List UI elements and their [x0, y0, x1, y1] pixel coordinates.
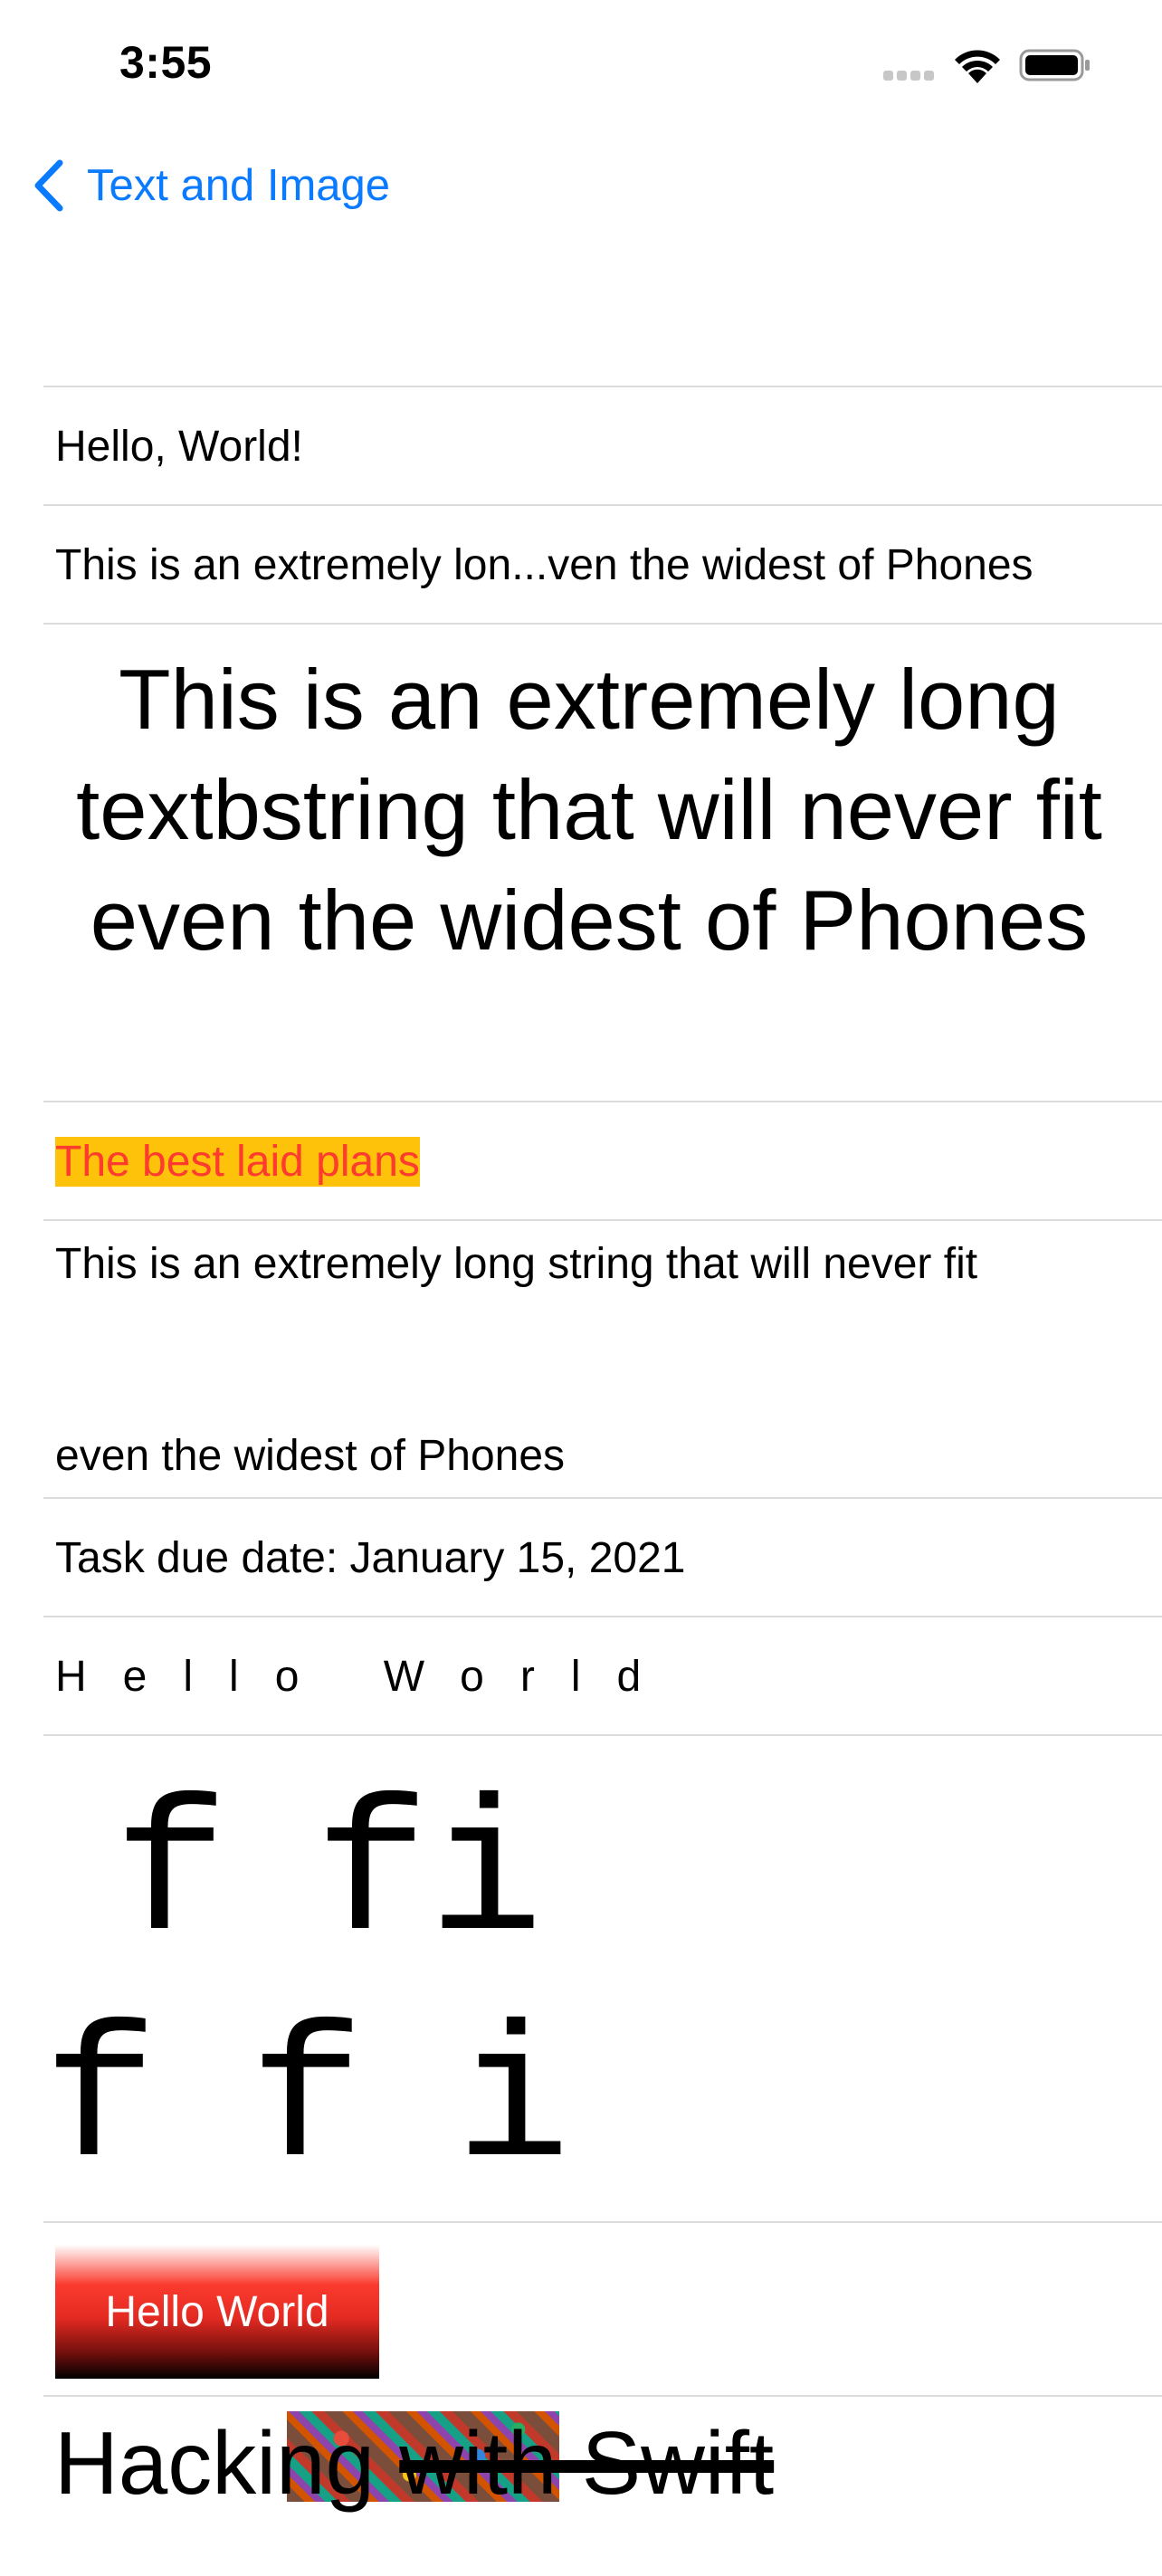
hws-text-part1: Hacking	[54, 2413, 400, 2513]
text-list: Hello, World! This is an extremely lon..…	[43, 386, 1162, 2576]
chevron-left-icon	[34, 159, 63, 212]
list-row-ligatures: f fi f f i	[43, 1734, 1162, 2221]
status-bar: 3:55	[0, 0, 1162, 127]
list-row-due-date: Task due date: January 15, 2021	[43, 1497, 1162, 1616]
truncated-text: This is an extremely lon...ven the wides…	[55, 541, 1033, 589]
wifi-icon	[955, 50, 1000, 83]
hacking-with-swift-text: Hacking with Swift	[54, 2419, 774, 2507]
back-button-label: Text and Image	[87, 161, 391, 210]
list-row-gradient: Hello World	[43, 2221, 1162, 2395]
ligature-f: f	[114, 1770, 229, 1986]
kerned-text: Hello World	[55, 1653, 678, 1701]
list-row-highlight: The best laid plans	[43, 1101, 1162, 1219]
separate-f-1: f	[43, 1997, 158, 2212]
multiline-text-line1: This is an extremely long string that wi…	[55, 1240, 978, 1288]
gradient-hello-world-button[interactable]: Hello World	[55, 2245, 379, 2379]
big-centered-text: This is an extremely long textbstring th…	[76, 652, 1102, 968]
due-date-text: Task due date: January 15, 2021	[55, 1534, 686, 1582]
back-button[interactable]: Text and Image	[29, 154, 390, 217]
list-row-hacking-with-swift: Hacking with Swift	[43, 2395, 1162, 2576]
hws-text-strikethrough: with Swift	[399, 2413, 775, 2513]
list-row-hello: Hello, World!	[43, 386, 1162, 504]
hello-text: Hello, World!	[55, 423, 303, 471]
cellular-signal-icon	[883, 71, 938, 83]
highlighted-text: The best laid plans	[55, 1137, 420, 1187]
battery-icon	[1019, 49, 1090, 81]
multiline-text-line2: even the widest of Phones	[55, 1432, 566, 1480]
status-time: 3:55	[119, 37, 213, 88]
separate-f-2: f	[250, 1997, 365, 2212]
separate-i: i	[456, 1997, 571, 2212]
ligature-fi: fi	[315, 1770, 544, 1986]
list-row-truncated: This is an extremely lon...ven the wides…	[43, 504, 1162, 623]
list-row-multiline: This is an extremely long string that wi…	[43, 1219, 1162, 1497]
list-row-kerned: Hello World	[43, 1616, 1162, 1734]
list-row-big-text: This is an extremely long textbstring th…	[43, 623, 1162, 1101]
